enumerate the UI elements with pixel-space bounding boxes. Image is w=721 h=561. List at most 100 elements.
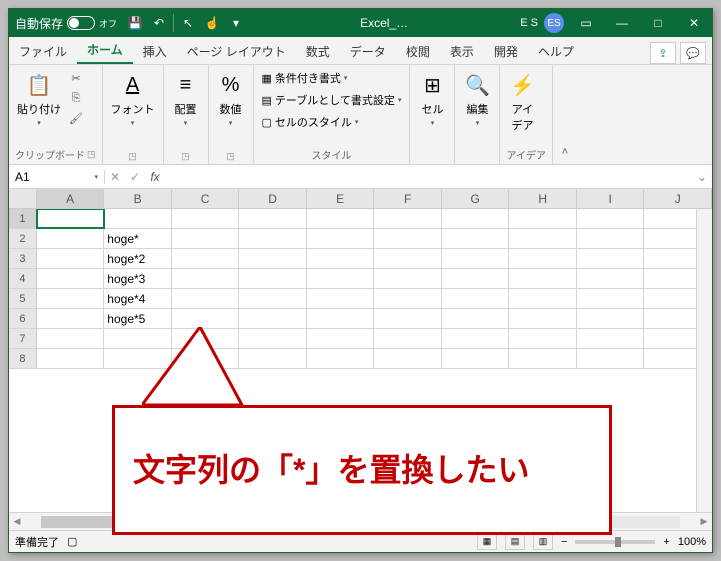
tab-view[interactable]: 表示: [440, 38, 484, 64]
row-header-6[interactable]: 6: [9, 309, 37, 328]
col-header-I[interactable]: I: [577, 189, 645, 208]
cell-G7[interactable]: [442, 329, 510, 348]
cell-D5[interactable]: [239, 289, 307, 308]
cell-B2[interactable]: hoge*: [104, 229, 172, 248]
row-header-7[interactable]: 7: [9, 329, 37, 348]
cell-I1[interactable]: [577, 209, 645, 228]
cell-E3[interactable]: [307, 249, 375, 268]
cell-C4[interactable]: [172, 269, 240, 288]
paste-button[interactable]: 📋 貼り付け ▾: [15, 69, 63, 129]
page-layout-view-icon[interactable]: ▤: [505, 534, 525, 550]
zoom-in-icon[interactable]: +: [663, 536, 669, 548]
cell-C5[interactable]: [172, 289, 240, 308]
cell-F8[interactable]: [374, 349, 442, 368]
cell-A4[interactable]: [37, 269, 105, 288]
tab-formulas[interactable]: 数式: [296, 38, 340, 64]
touch-icon[interactable]: ☝: [200, 11, 224, 35]
cut-icon[interactable]: ✂: [67, 69, 85, 87]
cell-C2[interactable]: [172, 229, 240, 248]
save-icon[interactable]: 💾: [123, 11, 147, 35]
cell-E1[interactable]: [307, 209, 375, 228]
font-launcher[interactable]: ◳: [128, 151, 137, 162]
number-launcher[interactable]: ◳: [226, 151, 235, 162]
select-all-corner[interactable]: [9, 189, 37, 208]
scroll-right-icon[interactable]: ▶: [696, 516, 712, 527]
cell-F3[interactable]: [374, 249, 442, 268]
cell-E2[interactable]: [307, 229, 375, 248]
cell-D1[interactable]: [239, 209, 307, 228]
ribbon-display-icon[interactable]: ▭: [568, 9, 604, 37]
cell-D3[interactable]: [239, 249, 307, 268]
cell-H4[interactable]: [509, 269, 577, 288]
cell-H1[interactable]: [509, 209, 577, 228]
cells-button[interactable]: ⊞セル▾: [416, 69, 448, 129]
tab-home[interactable]: ホーム: [77, 36, 133, 64]
row-header-8[interactable]: 8: [9, 349, 37, 368]
cell-H2[interactable]: [509, 229, 577, 248]
font-button[interactable]: Aフォント▾: [109, 69, 157, 129]
cell-B4[interactable]: hoge*3: [104, 269, 172, 288]
macro-record-icon[interactable]: ▢: [67, 535, 77, 548]
cell-G2[interactable]: [442, 229, 510, 248]
cell-E4[interactable]: [307, 269, 375, 288]
cell-A1[interactable]: [37, 209, 105, 228]
tab-developer[interactable]: 開発: [484, 38, 528, 64]
cell-G8[interactable]: [442, 349, 510, 368]
number-button[interactable]: %数値▾: [215, 69, 247, 129]
cell-I5[interactable]: [577, 289, 645, 308]
cell-A7[interactable]: [37, 329, 105, 348]
cell-F5[interactable]: [374, 289, 442, 308]
col-header-F[interactable]: F: [374, 189, 442, 208]
zoom-slider[interactable]: [575, 540, 655, 544]
tab-file[interactable]: ファイル: [9, 38, 77, 64]
col-header-D[interactable]: D: [239, 189, 307, 208]
tab-help[interactable]: ヘルプ: [528, 38, 584, 64]
cell-B6[interactable]: hoge*5: [104, 309, 172, 328]
cell-I8[interactable]: [577, 349, 645, 368]
pointer-icon[interactable]: ↖: [176, 11, 200, 35]
cell-C6[interactable]: [172, 309, 240, 328]
cell-H6[interactable]: [509, 309, 577, 328]
cell-I4[interactable]: [577, 269, 645, 288]
cell-A8[interactable]: [37, 349, 105, 368]
col-header-H[interactable]: H: [509, 189, 577, 208]
col-header-E[interactable]: E: [307, 189, 375, 208]
minimize-button[interactable]: —: [604, 9, 640, 37]
cell-A5[interactable]: [37, 289, 105, 308]
format-as-table-button[interactable]: ▤テーブルとして書式設定▾: [260, 91, 404, 109]
cell-A6[interactable]: [37, 309, 105, 328]
cell-D6[interactable]: [239, 309, 307, 328]
expand-formula-icon[interactable]: ⌄: [692, 170, 712, 184]
cell-A2[interactable]: [37, 229, 105, 248]
tab-insert[interactable]: 挿入: [133, 38, 177, 64]
cell-G5[interactable]: [442, 289, 510, 308]
ideas-button[interactable]: ⚡アイ デア: [506, 69, 538, 135]
row-header-5[interactable]: 5: [9, 289, 37, 308]
close-button[interactable]: ✕: [676, 9, 712, 37]
cell-styles-button[interactable]: ▢セルのスタイル▾: [260, 113, 404, 131]
col-header-B[interactable]: B: [104, 189, 172, 208]
maximize-button[interactable]: □: [640, 9, 676, 37]
autosave-toggle[interactable]: 自動保存 オフ: [9, 15, 123, 32]
cell-I6[interactable]: [577, 309, 645, 328]
user-avatar[interactable]: ES: [544, 13, 564, 33]
cell-I7[interactable]: [577, 329, 645, 348]
cell-G6[interactable]: [442, 309, 510, 328]
tab-review[interactable]: 校閲: [396, 38, 440, 64]
cell-I2[interactable]: [577, 229, 645, 248]
cell-F4[interactable]: [374, 269, 442, 288]
fx-icon[interactable]: fx: [145, 170, 165, 184]
collapse-ribbon-icon[interactable]: ˄: [553, 65, 577, 164]
copy-icon[interactable]: ⎘: [67, 89, 85, 107]
vertical-scrollbar[interactable]: [696, 209, 712, 512]
cell-H8[interactable]: [509, 349, 577, 368]
col-header-C[interactable]: C: [172, 189, 240, 208]
cell-C1[interactable]: [172, 209, 240, 228]
cell-C3[interactable]: [172, 249, 240, 268]
cell-G3[interactable]: [442, 249, 510, 268]
zoom-level[interactable]: 100%: [678, 536, 706, 548]
cell-G4[interactable]: [442, 269, 510, 288]
undo-icon[interactable]: ↶: [147, 11, 171, 35]
tab-page-layout[interactable]: ページ レイアウト: [177, 38, 296, 64]
cell-D4[interactable]: [239, 269, 307, 288]
